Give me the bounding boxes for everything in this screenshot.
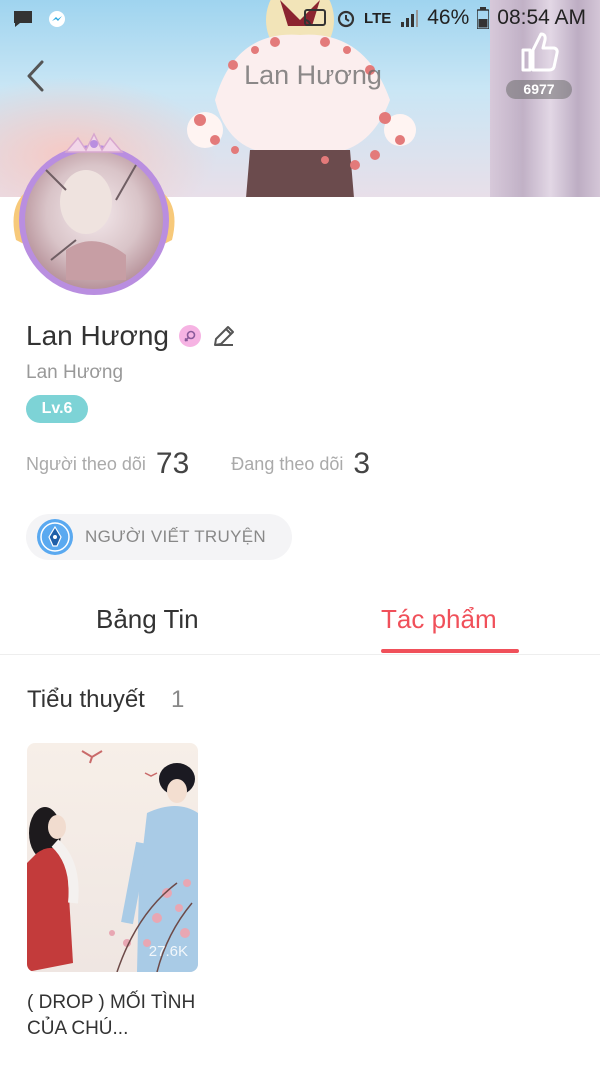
book-cover-illustration — [27, 743, 198, 972]
followers-label: Người theo dõi — [26, 453, 146, 474]
messenger-icon — [49, 11, 65, 27]
following-label: Đang theo dõi — [231, 453, 344, 474]
like-button[interactable]: 6977 — [506, 30, 572, 100]
followers-count: 73 — [155, 447, 190, 480]
like-count: 6977 — [506, 80, 572, 99]
username: Lan Hương — [26, 362, 124, 383]
battery-icon — [477, 7, 490, 29]
followers-stat[interactable]: Người theo dõi 73 — [26, 447, 189, 481]
following-count: 3 — [353, 447, 371, 480]
writer-role-badge[interactable]: NGƯỜI VIẾT TRUYỆN — [26, 514, 292, 560]
like-icon — [521, 32, 559, 72]
battery-percent: 46% — [427, 6, 470, 29]
profile-tabs: Bảng Tin Tác phẩm — [0, 590, 600, 655]
clock: 08:54 AM — [497, 6, 586, 29]
level-badge: Lv.6 — [26, 395, 88, 423]
avatar[interactable] — [6, 130, 182, 306]
edit-icon[interactable] — [211, 323, 237, 349]
following-stat[interactable]: Đang theo dõi 3 — [231, 447, 370, 481]
tab-works[interactable]: Tác phẩm — [381, 604, 497, 635]
section-count: 1 — [171, 686, 185, 713]
book-views: 27.6K — [148, 943, 188, 960]
profile-name-row: Lan Hương — [26, 320, 237, 352]
section-title: Tiểu thuyết — [27, 686, 145, 713]
book-cover[interactable]: 27.6K — [27, 743, 198, 972]
writer-role-label: NGƯỜI VIẾT TRUYỆN — [85, 527, 266, 546]
cast-icon — [304, 9, 327, 26]
pen-nib-icon — [37, 519, 73, 555]
network-type: LTE — [364, 9, 392, 27]
profile-name: Lan Hương — [26, 320, 169, 351]
follow-stats: Người theo dõi 73 Đang theo dõi 3 — [26, 447, 370, 481]
alarm-icon — [337, 10, 355, 28]
tab-feed[interactable]: Bảng Tin — [96, 604, 199, 635]
active-tab-indicator — [381, 649, 519, 653]
book-title[interactable]: ( DROP ) MỐI TÌNH CỦA CHÚ... — [27, 990, 207, 1042]
status-indicators: LTE 46% 08:54 AM — [302, 6, 586, 30]
signal-icon — [401, 10, 419, 27]
status-notifications — [12, 9, 66, 29]
gender-icon — [178, 325, 201, 347]
message-icon — [14, 11, 32, 27]
